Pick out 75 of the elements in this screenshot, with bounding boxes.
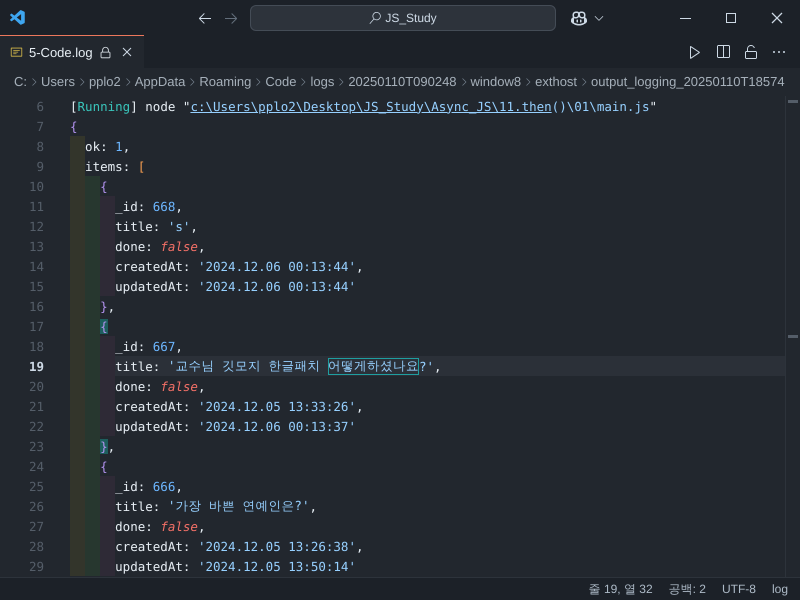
code-line: _id: 666,	[70, 476, 183, 496]
breadcrumb-item[interactable]: 20250110T090248	[348, 74, 457, 89]
line-number: 26	[28, 498, 44, 514]
code-line: createdAt: '2024.12.06 00:13:44',	[70, 256, 364, 276]
line-number: 7	[35, 118, 44, 134]
line-number: 18	[28, 338, 44, 354]
code-line: },	[70, 436, 116, 456]
code-line: done: false,	[70, 236, 206, 256]
code-line: title: '교수님 깃모지 한글패치 어떻게하셨나요?',	[70, 356, 442, 376]
line-number: 13	[28, 238, 44, 254]
line-number: 8	[35, 138, 44, 154]
line-number: 12	[28, 218, 44, 234]
code-line: {	[70, 118, 78, 136]
status-item[interactable]: 공백: 2	[668, 580, 706, 598]
code-line: updatedAt: '2024.12.06 00:13:37'	[70, 416, 356, 436]
code-line: {	[70, 456, 108, 476]
status-item[interactable]: 줄 19, 열 32	[588, 580, 653, 598]
line-number: 25	[28, 478, 44, 494]
code-line: title: '가장 바쁜 연예인은?',	[70, 496, 318, 516]
breadcrumb-item[interactable]: output_logging_20250110T18574	[591, 74, 785, 89]
line-number: 6	[35, 98, 44, 114]
breadcrumb-item[interactable]: exthost	[535, 74, 578, 89]
unlock-icon[interactable]	[743, 44, 759, 60]
line-number: 28	[28, 538, 44, 554]
run-icon[interactable]	[687, 44, 703, 60]
status-item[interactable]: log	[772, 582, 788, 596]
copilot-icon[interactable]	[571, 10, 587, 26]
breadcrumb-item[interactable]: window8	[470, 74, 522, 89]
code-line: done: false,	[70, 516, 206, 536]
command-search-field[interactable]: JS_Study	[250, 4, 556, 30]
code-line: ok: 1,	[70, 136, 130, 156]
breadcrumb-item[interactable]: logs	[310, 74, 334, 89]
line-number: 20	[28, 378, 44, 394]
code-line: updatedAt: '2024.12.05 13:50:14'	[70, 556, 356, 576]
scrollbar[interactable]	[785, 96, 800, 577]
status-item[interactable]: UTF-8	[722, 582, 756, 596]
line-number: 24	[28, 458, 44, 474]
breadcrumb-item[interactable]: Roaming	[199, 74, 252, 89]
code-line: done: false,	[70, 376, 206, 396]
line-number: 23	[28, 438, 44, 454]
line-number: 9	[35, 158, 44, 174]
close-icon[interactable]	[769, 10, 785, 26]
editor-tab[interactable]: 5-Code.log	[0, 35, 144, 68]
split-editor-icon[interactable]	[715, 44, 731, 60]
line-number: 11	[28, 198, 44, 214]
code-line: updatedAt: '2024.12.06 00:13:44'	[70, 276, 356, 296]
code-line: createdAt: '2024.12.05 13:33:26',	[70, 396, 364, 416]
code-line: {	[70, 176, 108, 196]
line-number: 17	[28, 318, 44, 334]
code-line: _id: 668,	[70, 196, 183, 216]
file-path-link[interactable]: c:\Users\pplo2\Desktop\JS_Study\Async_JS\11.then	[190, 98, 552, 114]
line-number: 21	[28, 398, 44, 414]
search-icon	[369, 12, 382, 24]
code-line: items: [	[70, 156, 146, 176]
breadcrumb-item[interactable]: Users	[41, 74, 75, 89]
line-number: 10	[28, 178, 44, 194]
code-line: },	[70, 296, 116, 316]
code-line: [Running] node "c:\Users\pplo2\Desktop\JS_Study\Async_JS\11.then()\01\main.js"	[70, 98, 658, 116]
line-number: 14	[28, 258, 44, 274]
line-number: 29	[28, 558, 44, 574]
line-number: 16	[28, 298, 44, 314]
code-line: _id: 667,	[70, 336, 183, 356]
line-number: 19	[28, 358, 44, 374]
code-line: {	[70, 316, 108, 336]
code-line: title: 's',	[70, 216, 198, 236]
line-number: 22	[28, 418, 44, 434]
line-number: 15	[28, 278, 44, 294]
breadcrumb-item[interactable]: AppData	[134, 74, 186, 89]
lock-icon	[98, 46, 112, 58]
code-line: createdAt: '2024.12.05 13:26:38',	[70, 536, 364, 556]
line-number: 27	[28, 518, 44, 534]
breadcrumb-item[interactable]: C:	[14, 74, 27, 89]
breadcrumb-item[interactable]: Code	[265, 74, 296, 89]
note-icon	[10, 46, 23, 58]
breadcrumb-item[interactable]: pplo2	[88, 74, 121, 89]
